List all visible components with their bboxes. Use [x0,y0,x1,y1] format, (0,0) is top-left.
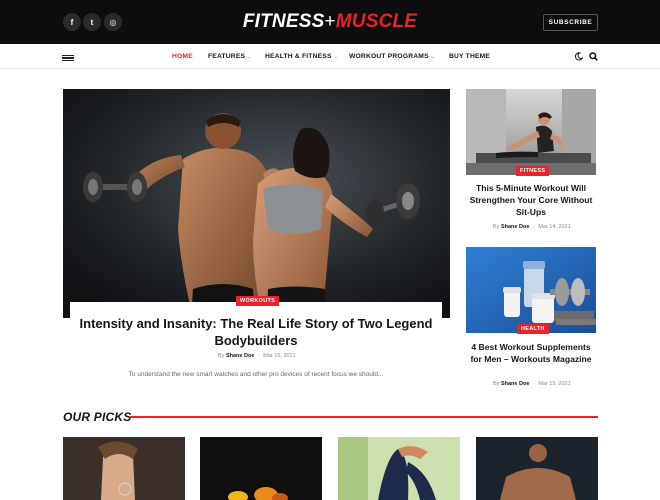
chevron-down-icon: ⌄ [333,54,338,60]
meta-separator: - [532,381,535,387]
meta-separator: - [257,353,260,359]
chevron-down-icon: ⌄ [430,54,436,60]
logo-plus: + [324,11,336,32]
nav-item-health-fitness[interactable]: HEALTH & FITNESS ⌄ [265,53,338,60]
chevron-down-icon: ⌄ [247,54,252,60]
post-date: Mar 15, 2021 [263,353,296,359]
nav-item-home[interactable]: HOME [172,53,193,60]
side-post-meta: By Shane Doe - Mar 14, 2021 [493,224,571,230]
featured-post-image[interactable] [63,89,450,318]
pick-post-image[interactable] [338,437,460,500]
nav-item-buy-theme[interactable]: BUY THEME [449,53,490,60]
post-date: Mar 14, 2021 [538,224,571,230]
by-label: By [493,224,500,230]
our-picks-heading: OUR PICKS [63,410,132,424]
subscribe-button[interactable]: SUBSCRIBE [543,14,598,31]
nav-item-features[interactable]: FEATURES ⌄ [208,53,252,60]
section-divider [129,416,598,418]
by-label: By [218,353,225,359]
nav-item-label: HEALTH & FITNESS [265,53,332,60]
category-badge[interactable]: FITNESS [516,166,550,176]
author-link[interactable]: Shane Doe [226,353,254,359]
logo-text-fitness: FITNESS [242,11,325,32]
side-post-title[interactable]: 4 Best Workout Supplements for Men – Wor… [466,341,596,365]
dark-mode-moon-icon[interactable] [574,52,583,61]
nav-item-label: HOME [172,53,193,60]
nav-item-workout-programs[interactable]: WORKOUT PROGRAMS ⌄ [349,53,435,60]
category-badge[interactable]: WORKOUTS [236,296,280,306]
category-badge[interactable]: HEALTH [517,324,549,334]
featured-post-meta: By Shane Doe - Mar 15, 2021 [218,353,296,359]
side-post-image[interactable] [466,89,596,175]
logo-text-muscle: MUSCLE [335,11,418,32]
featured-post-title[interactable]: Intensity and Insanity: The Real Life St… [72,315,440,349]
nav-item-label: FEATURES [208,53,246,60]
top-bar: f t ◎ FITNESS+MUSCLE SUBSCRIBE [0,0,660,44]
nav-item-label: WORKOUT PROGRAMS [349,53,429,60]
author-link[interactable]: Shane Doe [501,224,529,230]
side-post-image[interactable] [466,247,596,333]
pick-post-image[interactable] [200,437,322,500]
pick-post-image[interactable] [63,437,185,500]
author-link[interactable]: Shane Doe [501,381,529,387]
side-post-title[interactable]: This 5-Minute Workout Will Strengthen Yo… [466,182,596,218]
featured-post-excerpt: To understand the new smart watches and … [128,371,384,378]
side-post-meta: By Shane Doe - Mar 13, 2021 [493,381,571,387]
pick-post-image[interactable] [476,437,598,500]
post-date: Mar 13, 2021 [538,381,571,387]
search-icon[interactable] [589,52,598,61]
nav-item-label: BUY THEME [449,53,491,60]
by-label: By [493,381,500,387]
main-nav: HOME FEATURES ⌄ HEALTH & FITNESS ⌄ WORKOUT… [0,44,660,69]
hamburger-menu-icon[interactable] [62,55,74,61]
meta-separator: - [532,224,535,230]
